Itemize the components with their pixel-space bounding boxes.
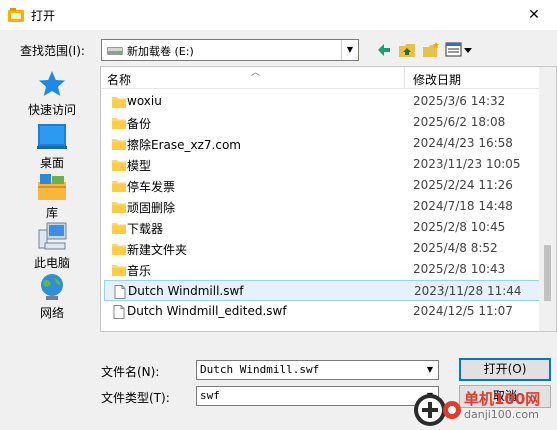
folder-icon	[112, 202, 126, 213]
folder-row[interactable]: 顽固删除 2024/7/18 14:48	[104, 196, 541, 217]
item-name: woxiu	[127, 94, 162, 108]
folder-row[interactable]: 擦除Erase_xz7.com 2024/4/23 16:58	[104, 133, 541, 154]
app-icon	[8, 8, 24, 22]
library-icon	[38, 174, 66, 200]
item-date: 2025/2/24 11:26	[413, 178, 513, 192]
item-date: 2024/7/18 14:48	[413, 199, 513, 213]
place-label: 此电脑	[33, 256, 70, 270]
list-header: ︿ 名称 修改日期	[101, 67, 556, 89]
filetype-dropdown[interactable]: swf ▼	[196, 386, 439, 406]
filename-label: 文件名(N):	[101, 365, 160, 379]
new-folder-icon[interactable]	[422, 41, 440, 59]
item-date: 2025/3/6 14:32	[413, 94, 506, 108]
star-icon	[39, 71, 65, 96]
folder-row[interactable]: 音乐 2025/2/8 10:43	[104, 259, 541, 280]
filename-value: Dutch Windmill.swf	[200, 363, 320, 376]
item-date: 2025/6/2 18:08	[413, 115, 506, 129]
place-label: 网络	[39, 306, 64, 320]
column-date-header[interactable]: 修改日期	[413, 71, 461, 88]
folder-icon	[112, 118, 126, 129]
item-name: 音乐	[127, 264, 152, 278]
file-icon	[113, 305, 125, 319]
vertical-scrollbar[interactable]	[539, 67, 556, 331]
computer-icon	[38, 222, 67, 250]
lookin-value: 新加载卷 (E:)	[127, 45, 194, 58]
watermark-name: 单机100网	[464, 390, 541, 408]
file-icon	[114, 285, 126, 299]
filetype-label: 文件类型(T):	[101, 391, 170, 405]
place-quick-access[interactable]: 快速访问	[14, 69, 90, 121]
item-date: 2025/4/8 8:52	[413, 241, 498, 255]
file-row[interactable]: Dutch Windmill.swf 2023/11/28 11:44	[104, 280, 541, 301]
item-name: 停车发票	[127, 180, 176, 194]
lookin-label: 查找范围(I):	[20, 44, 85, 58]
column-separator[interactable]	[404, 67, 405, 89]
network-icon	[41, 274, 63, 300]
item-name: Dutch Windmill.swf	[128, 284, 244, 298]
drive-icon	[107, 47, 123, 55]
folder-icon	[112, 139, 126, 150]
lookin-dropdown[interactable]: 新加载卷 (E:) ▼	[101, 39, 359, 61]
sort-up-icon: ︿	[251, 68, 261, 78]
folder-row[interactable]: 停车发票 2025/2/24 11:26	[104, 175, 541, 196]
item-name: Dutch Windmill_edited.swf	[127, 304, 287, 318]
view-menu-icon[interactable]	[445, 41, 473, 59]
file-row[interactable]: Dutch Windmill_edited.swf 2024/12/5 11:07	[104, 301, 541, 322]
title-bar: 打开 ✕	[0, 0, 557, 30]
filetype-value: swf	[200, 389, 220, 402]
item-name: 擦除Erase_xz7.com	[127, 138, 241, 152]
folder-icon	[112, 223, 126, 234]
close-icon[interactable]: ✕	[511, 0, 557, 30]
folder-row[interactable]: 下载器 2025/2/8 10:45	[104, 217, 541, 238]
chevron-down-icon[interactable]: ▼	[422, 361, 438, 379]
item-date: 2023/11/23 10:05	[413, 157, 521, 171]
column-name-header[interactable]: 名称	[107, 71, 131, 88]
place-label: 桌面	[39, 156, 64, 170]
item-name: 下载器	[127, 222, 164, 236]
open-button[interactable]: 打开(O)	[459, 358, 551, 381]
folder-row[interactable]: 模型 2023/11/23 10:05	[104, 154, 541, 175]
item-date: 2023/11/28 11:44	[414, 284, 522, 298]
folder-icon	[112, 244, 126, 255]
watermark-logo-icon	[414, 394, 461, 426]
place-label: 快速访问	[27, 103, 76, 117]
filename-input[interactable]: Dutch Windmill.swf ▼	[196, 360, 439, 380]
place-network[interactable]: 网络	[14, 272, 90, 324]
folder-row[interactable]: 备份 2025/6/2 18:08	[104, 112, 541, 133]
file-list[interactable]: ︿ 名称 修改日期 woxiu 2025/3/6 14:32 备份 2025/6/2 …	[100, 66, 557, 332]
folder-row[interactable]: woxiu 2025/3/6 14:32	[104, 91, 541, 112]
scrollbar-thumb[interactable]	[544, 245, 551, 301]
item-name: 模型	[127, 159, 152, 173]
folder-icon	[112, 181, 126, 192]
desktop-icon	[37, 124, 67, 149]
chevron-down-icon[interactable]: ▼	[341, 40, 358, 60]
place-desktop[interactable]: 桌面	[14, 122, 90, 174]
folder-icon	[112, 160, 126, 171]
up-folder-icon[interactable]	[398, 41, 416, 59]
item-date: 2024/12/5 11:07	[413, 304, 513, 318]
watermark: 单机100网 danji100.com	[408, 386, 557, 430]
folder-row[interactable]: 新建文件夹 2025/4/8 8:52	[104, 238, 541, 259]
place-label: 库	[45, 206, 58, 220]
window-title: 打开	[31, 9, 56, 23]
item-name: 备份	[127, 117, 152, 131]
back-icon[interactable]	[376, 41, 392, 59]
item-date: 2025/2/8 10:43	[413, 262, 506, 276]
item-name: 新建文件夹	[127, 243, 188, 257]
item-date: 2025/2/8 10:45	[413, 220, 506, 234]
folder-icon	[112, 265, 126, 276]
item-name: 顽固删除	[127, 201, 176, 215]
folder-icon	[112, 97, 126, 108]
place-this-pc[interactable]: 此电脑	[14, 222, 90, 274]
place-library[interactable]: 库	[14, 172, 90, 224]
watermark-url: danji100.com	[464, 408, 539, 421]
item-date: 2024/4/23 16:58	[413, 136, 513, 150]
